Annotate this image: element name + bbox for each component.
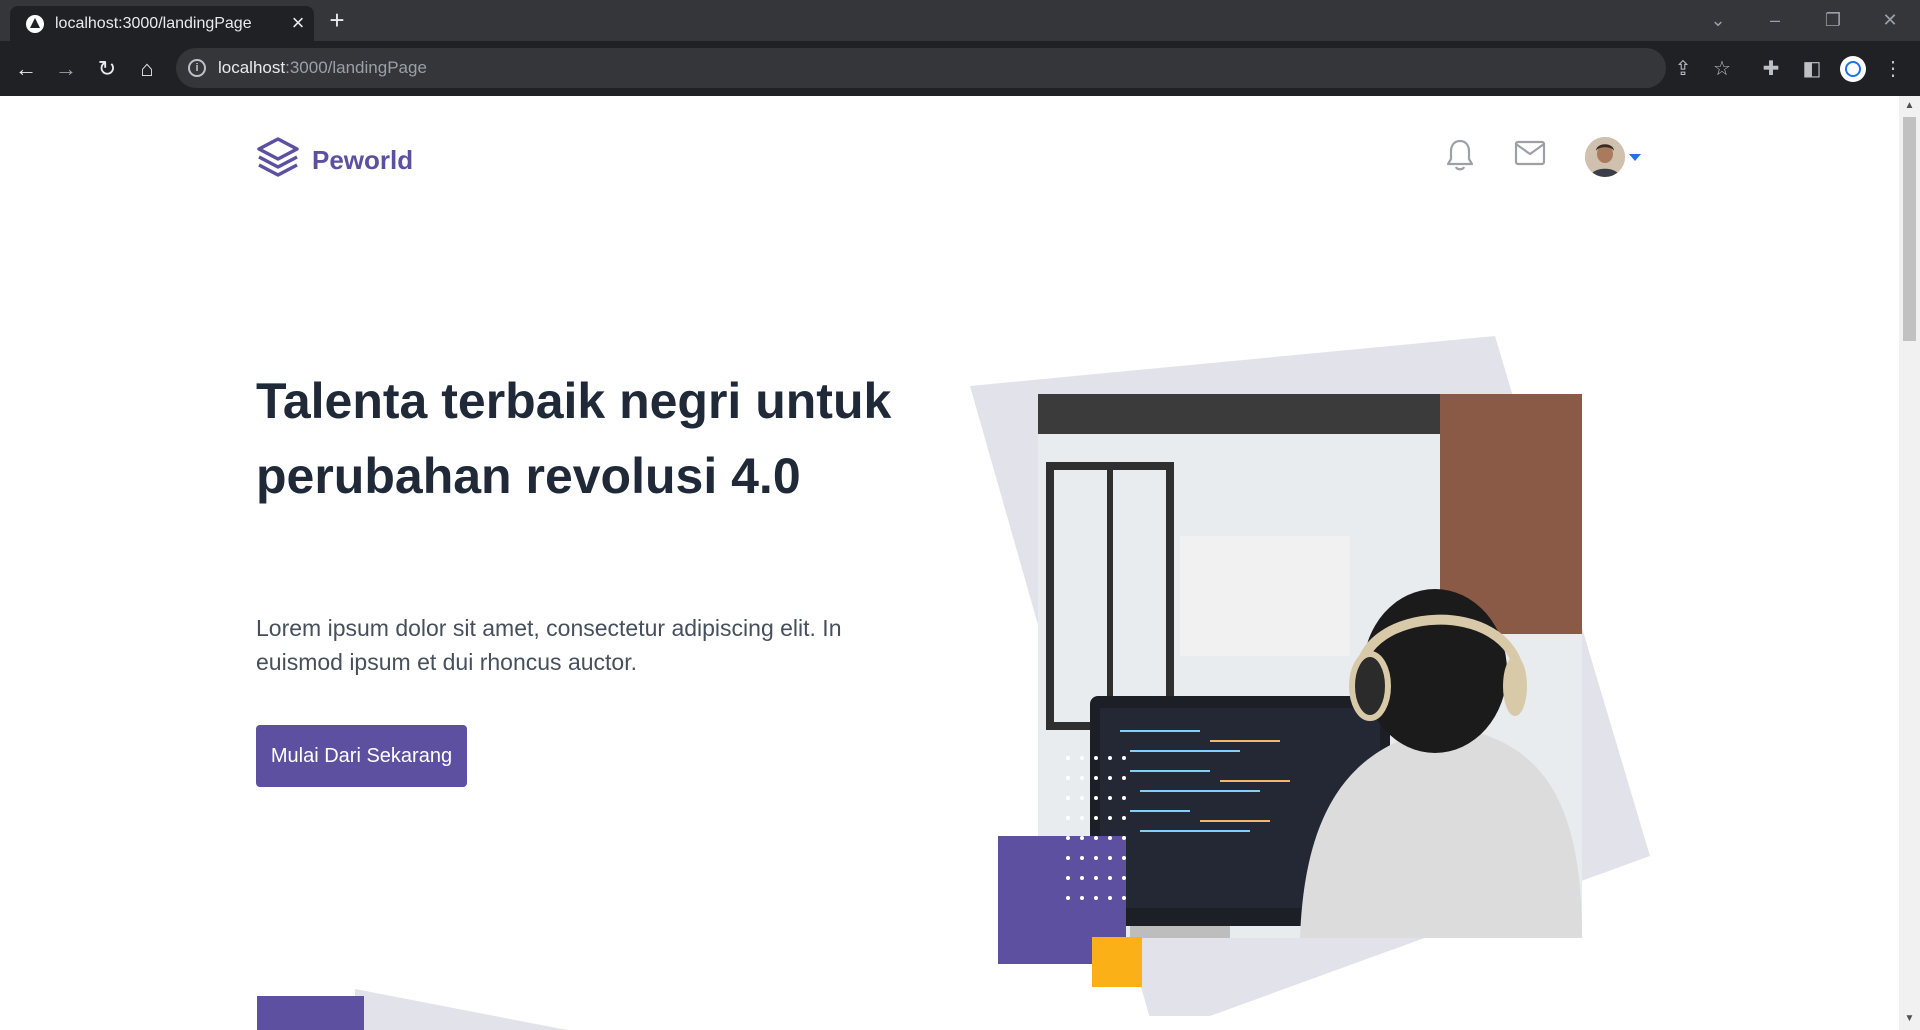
new-tab-button[interactable]: + (323, 6, 351, 34)
restore-button[interactable]: ❐ (1815, 6, 1851, 34)
home-button[interactable]: ⌂ (131, 53, 163, 85)
menu-kebab-icon[interactable]: ⋮ (1880, 56, 1906, 82)
tab-search-icon[interactable]: ⌄ (1700, 6, 1736, 34)
mail-icon[interactable] (1514, 140, 1546, 166)
site-info-icon[interactable]: i (188, 59, 206, 77)
browser-tab-bar: localhost:3000/landingPage × + ⌄ – ❐ ✕ (0, 0, 1920, 41)
hero-title: Talenta terbaik negri untuk perubahan re… (256, 373, 892, 504)
share-icon[interactable]: ⇪ (1670, 56, 1696, 82)
page-viewport: Peworld Talenta terbaik negri untuk peru… (0, 96, 1899, 1030)
tab-title: localhost:3000/landingPage (55, 15, 252, 32)
bell-icon[interactable] (1445, 138, 1475, 172)
brand-name[interactable]: Peworld (312, 145, 413, 176)
profile-icon[interactable] (1840, 56, 1866, 82)
back-button[interactable]: ← (10, 53, 42, 85)
favicon-icon (26, 15, 44, 33)
bookmark-star-icon[interactable]: ☆ (1709, 56, 1735, 82)
hero-description: Lorem ipsum dolor sit amet, consectetur … (256, 615, 842, 675)
start-now-button[interactable]: Mulai Dari Sekarang (256, 725, 467, 787)
scrollbar-thumb[interactable] (1903, 117, 1916, 341)
reload-button[interactable]: ↻ (91, 53, 123, 85)
url-host: localhost (218, 58, 286, 77)
side-panel-icon[interactable]: ◧ (1799, 56, 1825, 82)
extensions-icon[interactable]: ✚ (1758, 56, 1784, 82)
url-path: :3000/landingPage (285, 58, 427, 77)
close-window-button[interactable]: ✕ (1872, 6, 1908, 34)
minimize-button[interactable]: – (1757, 6, 1793, 34)
peworld-logo-icon[interactable] (256, 136, 300, 180)
hero-illustration (970, 336, 1650, 1016)
url-text: localhost:3000/landingPage (218, 58, 427, 78)
close-tab-icon[interactable]: × (286, 11, 310, 35)
browser-tab[interactable]: localhost:3000/landingPage × (10, 6, 314, 41)
decor-yellow-square (1092, 937, 1142, 987)
next-section-illustration (257, 989, 568, 1030)
address-bar[interactable]: i localhost:3000/landingPage ⇪ ☆ (176, 48, 1731, 88)
user-avatar[interactable] (1585, 137, 1625, 177)
browser-toolbar: ← → ↻ ⌂ i localhost:3000/landingPage ⇪ ☆… (0, 41, 1920, 96)
caret-down-icon[interactable] (1629, 154, 1641, 161)
scroll-down-arrow-icon[interactable]: ▼ (1903, 1012, 1916, 1026)
forward-button[interactable]: → (50, 53, 82, 85)
scroll-up-arrow-icon[interactable]: ▲ (1903, 99, 1916, 113)
